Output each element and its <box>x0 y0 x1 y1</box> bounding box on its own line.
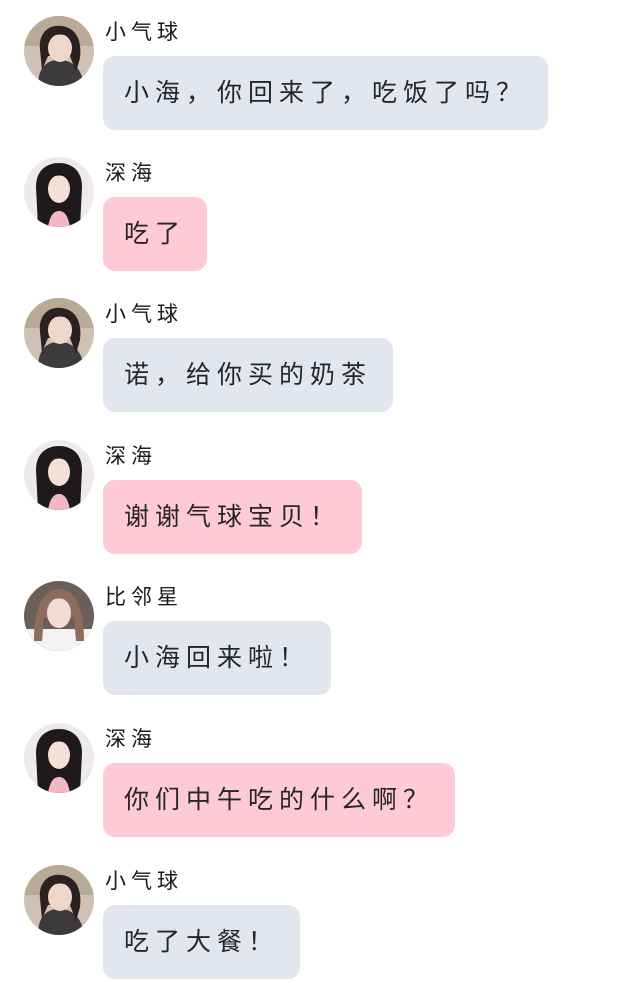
chat-message: 小气球 小海，你回来了，吃饭了吗？ <box>0 16 640 146</box>
message-bubble[interactable]: 诺，给你买的奶茶 <box>103 338 394 412</box>
avatar-shenhai[interactable] <box>24 157 94 227</box>
message-bubble[interactable]: 吃了大餐！ <box>103 905 301 979</box>
avatar-shenhai[interactable] <box>24 723 94 793</box>
avatar-xiaoqiqiu[interactable] <box>24 16 94 86</box>
chat-message: 小气球 吃了大餐！ <box>0 865 640 995</box>
sender-name: 小气球 <box>105 302 183 326</box>
message-bubble[interactable]: 谢谢气球宝贝！ <box>103 480 363 554</box>
chat-message: 深海 谢谢气球宝贝！ <box>0 440 640 570</box>
chat-message: 深海 你们中午吃的什么啊？ <box>0 723 640 853</box>
sender-name: 深海 <box>105 161 157 185</box>
sender-name: 深海 <box>105 727 157 751</box>
message-bubble[interactable]: 小海，你回来了，吃饭了吗？ <box>103 56 549 130</box>
avatar-xiaoqiqiu[interactable] <box>24 865 94 935</box>
avatar-shenhai[interactable] <box>24 440 94 510</box>
avatar-xiaoqiqiu[interactable] <box>24 298 94 368</box>
chat-message: 比邻星 小海回来啦！ <box>0 581 640 711</box>
sender-name: 深海 <box>105 444 157 468</box>
sender-name: 小气球 <box>105 869 183 893</box>
message-bubble[interactable]: 你们中午吃的什么啊？ <box>103 763 456 837</box>
sender-name: 比邻星 <box>105 585 183 609</box>
chat-message: 小气球 诺，给你买的奶茶 <box>0 298 640 428</box>
message-bubble[interactable]: 吃了 <box>103 197 208 271</box>
sender-name: 小气球 <box>105 20 183 44</box>
avatar-bilinxing[interactable] <box>24 581 94 651</box>
chat-message: 深海 吃了 <box>0 157 640 287</box>
message-bubble[interactable]: 小海回来啦！ <box>103 621 332 695</box>
